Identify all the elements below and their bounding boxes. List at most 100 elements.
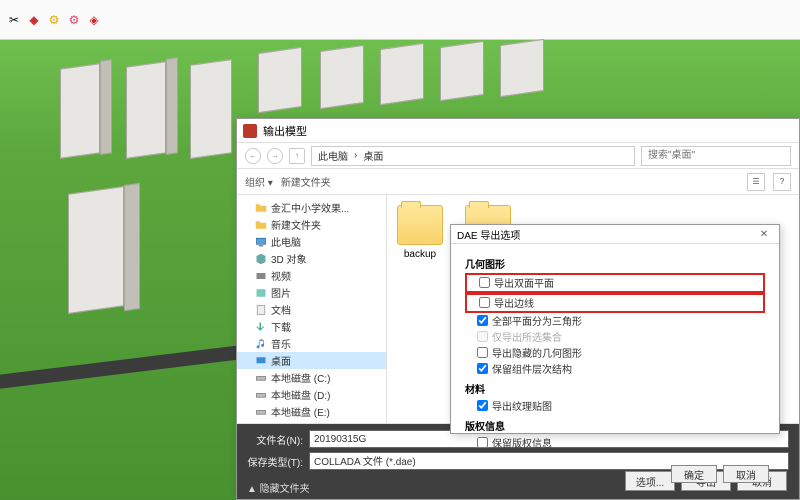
- tree-item-label: 新建文件夹: [271, 217, 321, 232]
- tree-item-label: 音乐: [271, 336, 291, 351]
- yellow-gear-icon[interactable]: ⚙: [46, 12, 62, 28]
- building: [60, 63, 100, 159]
- pink-gear-icon[interactable]: ⚙: [66, 12, 82, 28]
- tree-item[interactable]: 金汇中小学效果...: [237, 199, 386, 216]
- tree-item[interactable]: 音乐: [237, 335, 386, 352]
- option-checkbox-row[interactable]: 导出隐藏的几何图形: [465, 345, 765, 361]
- options-title: DAE 导出选项: [457, 227, 520, 242]
- checkbox: [477, 331, 488, 342]
- filetype-label: 保存类型(T):: [247, 454, 303, 469]
- option-checkbox-row[interactable]: 导出边线: [465, 293, 765, 313]
- view-mode-button[interactable]: ☰: [747, 173, 765, 191]
- help-button[interactable]: ?: [773, 173, 791, 191]
- tree-item-label: 本地磁盘 (E:): [271, 404, 330, 419]
- checkbox[interactable]: [477, 347, 488, 358]
- cancel-button[interactable]: 取消: [723, 465, 769, 483]
- app-viewport: ✂ ◆ ⚙ ⚙ ◈ 输出模型 ← → ↑ 此电脑 › 桌面: [0, 0, 800, 500]
- tree-item[interactable]: 新建文件夹: [237, 216, 386, 233]
- nav-fwd-icon[interactable]: →: [267, 148, 283, 164]
- scissors-icon[interactable]: ✂: [6, 12, 22, 28]
- tree-item[interactable]: 视频: [237, 267, 386, 284]
- checkbox[interactable]: [477, 363, 488, 374]
- building: [166, 57, 178, 155]
- tree-item-label: 金汇中小学效果...: [271, 200, 349, 215]
- folder-item[interactable]: backup: [397, 205, 443, 260]
- checkbox-label: 导出边线: [494, 295, 534, 310]
- building: [500, 39, 544, 97]
- geometry-header: 几何图形: [465, 256, 765, 271]
- building: [380, 43, 424, 105]
- toolbar-row: 组织 ▾ 新建文件夹 ☰ ?: [237, 169, 799, 195]
- building: [126, 61, 166, 159]
- tree-item[interactable]: 下载: [237, 318, 386, 335]
- tree-item[interactable]: 3D 对象: [237, 250, 386, 267]
- new-folder-button[interactable]: 新建文件夹: [281, 174, 331, 189]
- building: [68, 186, 124, 314]
- nav-up-icon[interactable]: ↑: [289, 148, 305, 164]
- tree-item-label: 桌面: [271, 353, 291, 368]
- tree-item[interactable]: 此电脑: [237, 233, 386, 250]
- tree-item[interactable]: 本地磁盘 (E:): [237, 403, 386, 420]
- tree-item-label: 3D 对象: [271, 251, 307, 266]
- checkbox[interactable]: [477, 315, 488, 326]
- option-checkbox-row[interactable]: 导出纹理贴图: [465, 398, 765, 414]
- checkbox-label: 导出纹理贴图: [492, 398, 552, 413]
- breadcrumb[interactable]: 此电脑 › 桌面: [311, 146, 635, 166]
- export-title: 输出模型: [263, 123, 307, 139]
- tree-item-label: 本地磁盘 (D:): [271, 387, 330, 402]
- main-toolbar: ✂ ◆ ⚙ ⚙ ◈: [0, 0, 800, 40]
- tree-item-label: 视频: [271, 268, 291, 283]
- path-row: ← → ↑ 此电脑 › 桌面: [237, 143, 799, 169]
- organize-dropdown[interactable]: 组织 ▾: [245, 174, 273, 189]
- folder-label: backup: [404, 249, 436, 260]
- building: [190, 59, 232, 159]
- red-diamond-icon[interactable]: ◆: [26, 12, 42, 28]
- close-icon[interactable]: ✕: [755, 225, 773, 243]
- tree-item-label: 下载: [271, 319, 291, 334]
- ok-button[interactable]: 确定: [671, 465, 717, 483]
- checkbox-label: 导出双面平面: [494, 275, 554, 290]
- tree-item[interactable]: 本地磁盘 (C:): [237, 369, 386, 386]
- building: [124, 183, 140, 311]
- tree-item-label: 图片: [271, 285, 291, 300]
- folder-tree[interactable]: 金汇中小学效果... 新建文件夹此电脑 3D 对象视频图片文档下载音乐桌面本地磁盘 …: [237, 195, 387, 423]
- filename-label: 文件名(N):: [247, 432, 303, 447]
- checkbox-label: 保留组件层次结构: [492, 361, 572, 376]
- option-checkbox-row[interactable]: 全部平面分为三角形: [465, 313, 765, 329]
- chevron-right-icon: ›: [354, 150, 357, 161]
- dae-options-dialog: DAE 导出选项 ✕ 几何图形 导出双面平面导出边线全部平面分为三角形仅导出所选…: [450, 224, 780, 434]
- material-header: 材料: [465, 381, 765, 396]
- tree-item-label: 本地磁盘 (C:): [271, 370, 330, 385]
- building: [100, 59, 112, 155]
- checkbox-label: 保留版权信息: [492, 435, 552, 450]
- option-checkbox-row[interactable]: 导出双面平面: [465, 273, 765, 293]
- tree-item-label: 文档: [271, 302, 291, 317]
- breadcrumb-seg: 此电脑: [318, 148, 348, 163]
- tree-item[interactable]: 本地磁盘 (D:): [237, 386, 386, 403]
- building: [440, 41, 484, 101]
- checkbox-label: 仅导出所选集合: [492, 329, 562, 344]
- checkbox[interactable]: [479, 277, 490, 288]
- tree-item[interactable]: 文档: [237, 301, 386, 318]
- building: [258, 47, 302, 113]
- search-input[interactable]: [641, 146, 791, 166]
- checkbox[interactable]: [477, 437, 488, 448]
- tree-item[interactable]: 图片: [237, 284, 386, 301]
- nav-back-icon[interactable]: ←: [245, 148, 261, 164]
- folder-icon: [397, 205, 443, 245]
- checkbox[interactable]: [477, 400, 488, 411]
- breadcrumb-seg: 桌面: [363, 148, 383, 163]
- option-checkbox-row: 仅导出所选集合: [465, 329, 765, 345]
- building: [320, 45, 364, 109]
- option-checkbox-row[interactable]: 保留版权信息: [465, 435, 765, 451]
- checkbox-label: 全部平面分为三角形: [492, 313, 582, 328]
- checkbox[interactable]: [479, 297, 490, 308]
- export-titlebar: 输出模型: [237, 119, 799, 143]
- tree-item[interactable]: 桌面: [237, 352, 386, 369]
- options-buttons: 确定 取消: [451, 459, 779, 489]
- red-gem-icon[interactable]: ◈: [86, 12, 102, 28]
- options-titlebar: DAE 导出选项 ✕: [451, 225, 779, 244]
- option-checkbox-row[interactable]: 保留组件层次结构: [465, 361, 765, 377]
- options-body: 几何图形 导出双面平面导出边线全部平面分为三角形仅导出所选集合导出隐藏的几何图形…: [451, 244, 779, 459]
- tree-item-label: 此电脑: [271, 234, 301, 249]
